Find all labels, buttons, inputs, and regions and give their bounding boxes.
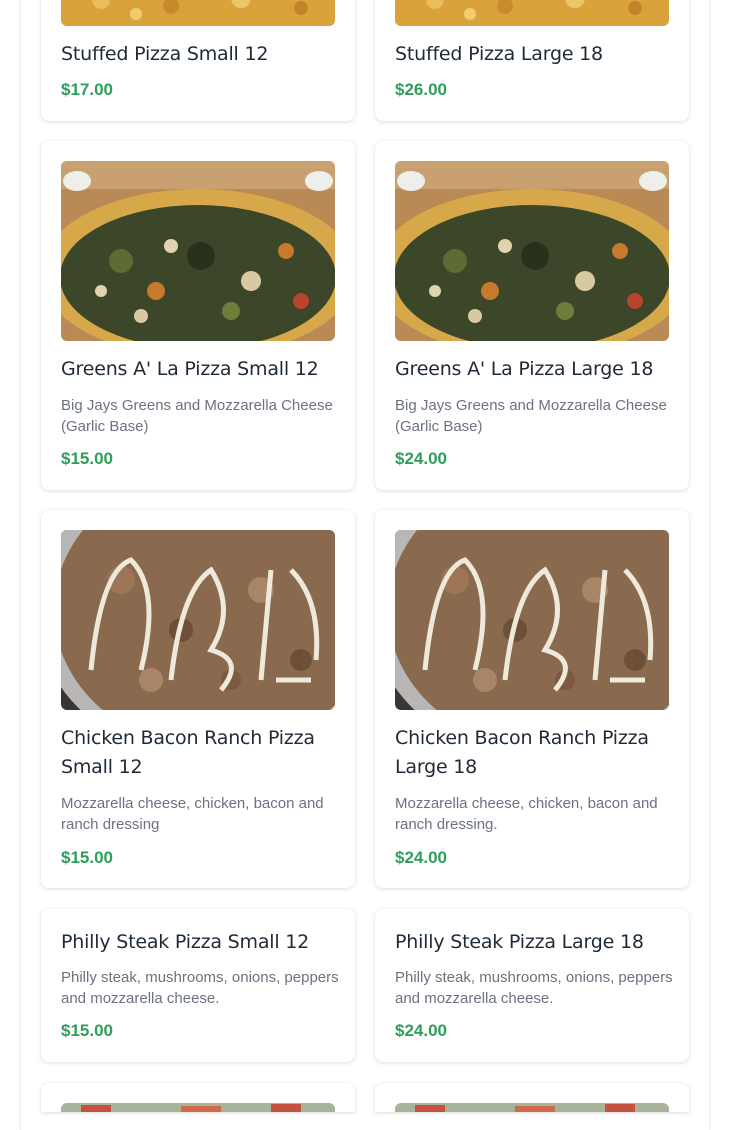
menu-item-card[interactable] (375, 1083, 689, 1112)
item-description: Philly steak, mushrooms, onions, peppers… (395, 969, 673, 1007)
item-description: Mozzarella cheese, chicken, bacon and ra… (61, 795, 324, 833)
item-price: $24.00 (395, 449, 447, 468)
menu-item-card[interactable]: Philly Steak Pizza Small 12 Philly steak… (41, 909, 355, 1062)
item-image (395, 1103, 669, 1112)
item-description: Big Jays Greens and Mozzarella Cheese (G… (61, 397, 333, 435)
item-image (395, 530, 669, 710)
item-image (61, 0, 335, 26)
item-title: Philly Steak Pizza Small 12 (61, 931, 310, 953)
item-description: Philly steak, mushrooms, onions, peppers… (61, 969, 339, 1007)
item-title: Stuffed Pizza Large 18 (395, 43, 603, 65)
item-title: Stuffed Pizza Small 12 (61, 43, 269, 65)
item-price: $26.00 (395, 80, 447, 99)
item-title: Chicken Bacon Ranch Pizza Small 12 (61, 727, 315, 778)
item-price: $24.00 (395, 848, 447, 867)
item-title: Greens A' La Pizza Large 18 (395, 358, 654, 380)
item-price: $17.00 (61, 80, 113, 99)
menu-item-card[interactable]: Greens A' La Pizza Large 18 Big Jays Gre… (375, 141, 689, 490)
menu-item-card[interactable]: Stuffed Pizza Large 18 $26.00 (375, 0, 689, 121)
item-price: $24.00 (395, 1021, 447, 1040)
menu-item-card[interactable]: Stuffed Pizza Small 12 $17.00 (41, 0, 355, 121)
menu-item-card[interactable]: Chicken Bacon Ranch Pizza Small 12 Mozza… (41, 510, 355, 888)
item-image (395, 161, 669, 341)
item-price: $15.00 (61, 848, 113, 867)
menu-item-card[interactable]: Philly Steak Pizza Large 18 Philly steak… (375, 909, 689, 1062)
menu-item-card[interactable]: Chicken Bacon Ranch Pizza Large 18 Mozza… (375, 510, 689, 888)
item-price: $15.00 (61, 1021, 113, 1040)
item-description: Mozzarella cheese, chicken, bacon and ra… (395, 795, 658, 833)
item-image (61, 161, 335, 341)
item-title: Greens A' La Pizza Small 12 (61, 358, 319, 380)
item-image (61, 530, 335, 710)
item-description: Big Jays Greens and Mozzarella Cheese (G… (395, 397, 667, 435)
menu-item-card[interactable] (41, 1083, 355, 1112)
item-image (61, 1103, 335, 1112)
menu-item-card[interactable]: Greens A' La Pizza Small 12 Big Jays Gre… (41, 141, 355, 490)
item-price: $15.00 (61, 449, 113, 468)
item-title: Chicken Bacon Ranch Pizza Large 18 (395, 727, 649, 778)
item-title: Philly Steak Pizza Large 18 (395, 931, 644, 953)
item-image (395, 0, 669, 26)
